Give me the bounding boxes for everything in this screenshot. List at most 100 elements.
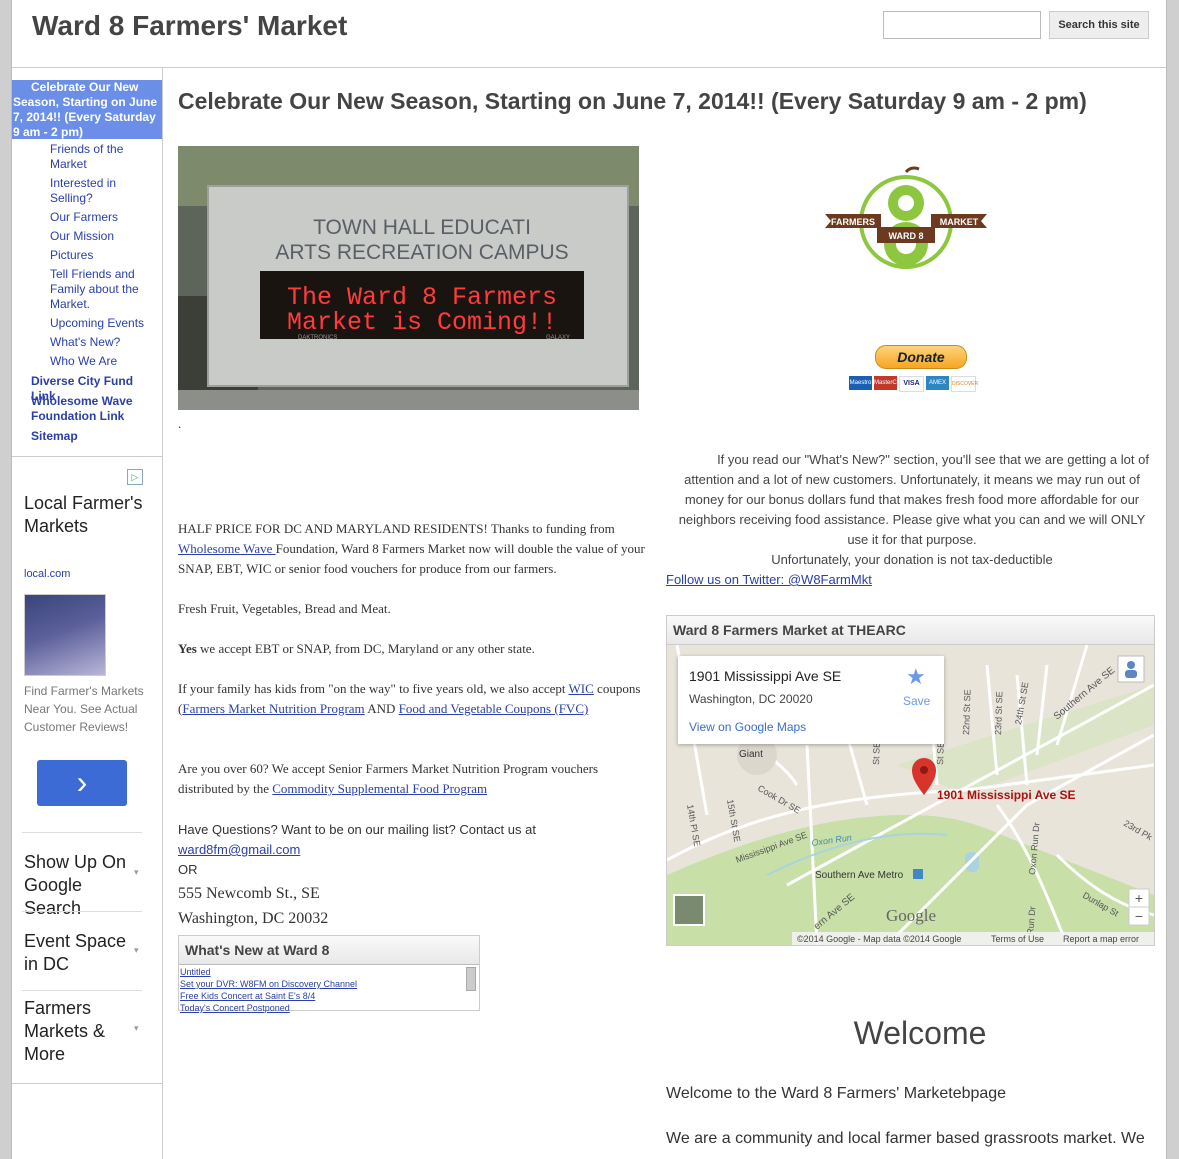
star-icon[interactable]: ★ (906, 664, 926, 690)
whats-new-item[interactable]: Free Kids Concert at Saint E's 8/4 (180, 990, 357, 1002)
ad-link-google-search[interactable]: Show Up On Google Search (24, 851, 134, 920)
csfp-link[interactable]: Commodity Supplemental Food Program (272, 781, 487, 796)
save-button[interactable]: Save (903, 694, 930, 708)
paragraph-half-price: HALF PRICE FOR DC AND MARYLAND RESIDENTS… (178, 519, 648, 579)
paragraph-fresh-food: Fresh Fruit, Vegetables, Bread and Meat. (178, 601, 391, 616)
ad-link-event-space[interactable]: Event Space in DC (24, 930, 134, 976)
map-label-st-se-b: St SE (935, 742, 946, 765)
zoom-in-button[interactable]: + (1135, 890, 1143, 906)
led-brand-right: GALAXY (546, 335, 570, 341)
map-label-22nd: 22nd St SE (961, 689, 973, 735)
sidebar-item-current[interactable]: Celebrate Our New Season, Starting on Ju… (12, 80, 162, 139)
map-copyright: ©2014 Google - Map data ©2014 Google (797, 934, 961, 944)
map-label-23rd: 23rd St SE (993, 691, 1005, 735)
whats-new-gadget: What's New at Ward 8 Untitled Set your D… (178, 935, 480, 1014)
donate-button[interactable]: Donate (875, 345, 967, 369)
paragraph-ebt: Yes we accept EBT or SNAP, from DC, Mary… (178, 639, 648, 659)
logo-left-text: FARMERS (831, 217, 875, 227)
wic-link[interactable]: WIC (569, 681, 594, 696)
donation-body: If you read our "What's New?" section, y… (678, 452, 1149, 547)
whats-new-item[interactable]: Today's Concert Postponed (180, 1002, 357, 1014)
site-header: Ward 8 Farmers' Market Search this site (12, 0, 1166, 68)
ad-info-icon[interactable]: ▷ (127, 469, 143, 485)
whats-new-item[interactable]: Set your DVR: W8FM on Discovery Channel (180, 978, 357, 990)
sidebar-item-friends[interactable]: Friends of the Market (50, 142, 155, 172)
sidebar-item-who-we-are[interactable]: Who We Are (50, 354, 155, 369)
discover-icon: DISCOVER (951, 376, 978, 392)
map-label-metro: Southern Ave Metro (815, 870, 904, 881)
sidebar-item-farmers[interactable]: Our Farmers (50, 210, 155, 225)
text-bold: Yes (178, 641, 197, 656)
donation-note: Unfortunately, your donation is not tax-… (771, 552, 1053, 567)
paragraph-wic: If your family has kids from "on the way… (178, 679, 648, 719)
address-block: 555 Newcomb St., SE Washington, DC 20032 (178, 881, 648, 931)
ad-next-button[interactable]: › (37, 760, 127, 806)
view-on-google-maps-link[interactable]: View on Google Maps (689, 720, 806, 734)
fvc-link[interactable]: Food and Vegetable Coupons (FVC) (399, 701, 589, 716)
zoom-out-button[interactable]: − (1135, 908, 1143, 924)
sidebar-item-label: Celebrate Our New Season, Starting on Ju… (13, 80, 158, 139)
text-span: HALF PRICE FOR DC AND MARYLAND RESIDENTS… (178, 521, 615, 536)
sidebar-item-mission[interactable]: Our Mission (50, 229, 155, 244)
whats-new-title: What's New at Ward 8 (179, 936, 479, 965)
search-button[interactable]: Search this site (1049, 11, 1149, 39)
page-title: Celebrate Our New Season, Starting on Ju… (178, 88, 1087, 114)
street-view-icon[interactable] (1127, 661, 1135, 669)
map-terms-link[interactable]: Terms of Use (991, 934, 1044, 944)
sidebar-divider (12, 1083, 162, 1084)
sidebar-item-selling[interactable]: Interested in Selling? (50, 176, 155, 206)
main-content: Celebrate Our New Season, Starting on Ju… (163, 68, 1166, 1159)
sidebar-item-pictures[interactable]: Pictures (50, 248, 155, 263)
ad-title[interactable]: Local Farmer's Markets (24, 492, 144, 538)
ward8-logo: FARMERS MARKET WARD 8 (825, 166, 987, 269)
sidebar-item-tell-friends[interactable]: Tell Friends and Family about the Market… (50, 267, 155, 312)
amex-icon: AMEX (926, 376, 949, 390)
email-link[interactable]: ward8fm@gmail.com (178, 842, 300, 857)
map-label-st-se-a: St SE (871, 742, 882, 765)
address-line-1: 555 Newcomb St., SE (178, 885, 320, 902)
sidebar-item-sitemap[interactable]: Sitemap (31, 429, 156, 444)
ad-text: Find Farmer's Markets Near You. See Actu… (24, 684, 144, 734)
chevron-right-icon: › (76, 764, 88, 800)
wholesome-wave-link[interactable]: Wholesome Wave (178, 541, 276, 556)
ad-separator (22, 990, 142, 991)
fmnp-link[interactable]: Farmers Market Nutrition Program (182, 701, 364, 716)
map-info-card: 1901 Mississippi Ave SE Washington, DC 2… (678, 656, 944, 744)
sidebar-item-wholesome-wave[interactable]: Wholesome Wave Foundation Link (31, 394, 156, 424)
chevron-down-icon: ▾ (134, 945, 139, 955)
sign-line-1: TOWN HALL EDUCATI (313, 216, 531, 239)
ad-separator (22, 911, 142, 912)
sidebar-nav: Celebrate Our New Season, Starting on Ju… (12, 68, 163, 1159)
sidebar-item-whats-new[interactable]: What's New? (50, 335, 155, 350)
whats-new-item[interactable]: Untitled (180, 966, 357, 978)
payment-cards: Maestro MasterCardVISA AMEX DISCOVER (849, 376, 978, 393)
map-label-giant: Giant (739, 749, 763, 760)
ad-image[interactable] (24, 594, 106, 676)
donation-text: If you read our "What's New?" section, y… (672, 450, 1152, 570)
visa-icon: VISA (899, 376, 924, 392)
text-span: AND (364, 701, 399, 716)
sidebar-item-events[interactable]: Upcoming Events (50, 316, 155, 331)
paragraph-seniors: Are you over 60? We accept Senior Farmer… (178, 759, 648, 799)
map-place-name: 1901 Mississippi Ave SE (689, 668, 842, 684)
twitter-link[interactable]: Follow us on Twitter: @W8FarmMkt (666, 572, 872, 587)
led-brand-left: DAKTRONICS (298, 335, 337, 341)
search-input[interactable] (883, 11, 1041, 39)
welcome-heading: Welcome (853, 1015, 987, 1051)
site-title[interactable]: Ward 8 Farmers' Market (32, 10, 347, 42)
ad-link-farmers-markets[interactable]: Farmers Markets & More (24, 997, 134, 1066)
market-sign-photo[interactable]: TOWN HALL EDUCATI ARTS RECREATION CAMPUS… (178, 146, 639, 410)
map-report-link[interactable]: Report a map error (1063, 934, 1139, 944)
map-pin-label: 1901 Mississippi Ave SE (937, 788, 1076, 802)
sidebar-divider (12, 456, 162, 457)
sign-photo-illustration: TOWN HALL EDUCATI ARTS RECREATION CAMPUS… (178, 146, 639, 410)
whats-new-list: Untitled Set your DVR: W8FM on Discovery… (180, 966, 357, 1014)
logo-center-text: WARD 8 (888, 231, 923, 241)
map-gadget: Ward 8 Farmers Market at THEARC Giant Co… (666, 615, 1155, 946)
satellite-toggle-icon[interactable] (673, 894, 705, 926)
chevron-down-icon: ▾ (134, 867, 139, 877)
scrollbar[interactable] (466, 967, 476, 991)
ad-source[interactable]: local.com (24, 568, 70, 580)
map-gadget-title: Ward 8 Farmers Market at THEARC (667, 616, 1154, 645)
contact-block: Have Questions? Want to be on our mailin… (178, 820, 648, 880)
